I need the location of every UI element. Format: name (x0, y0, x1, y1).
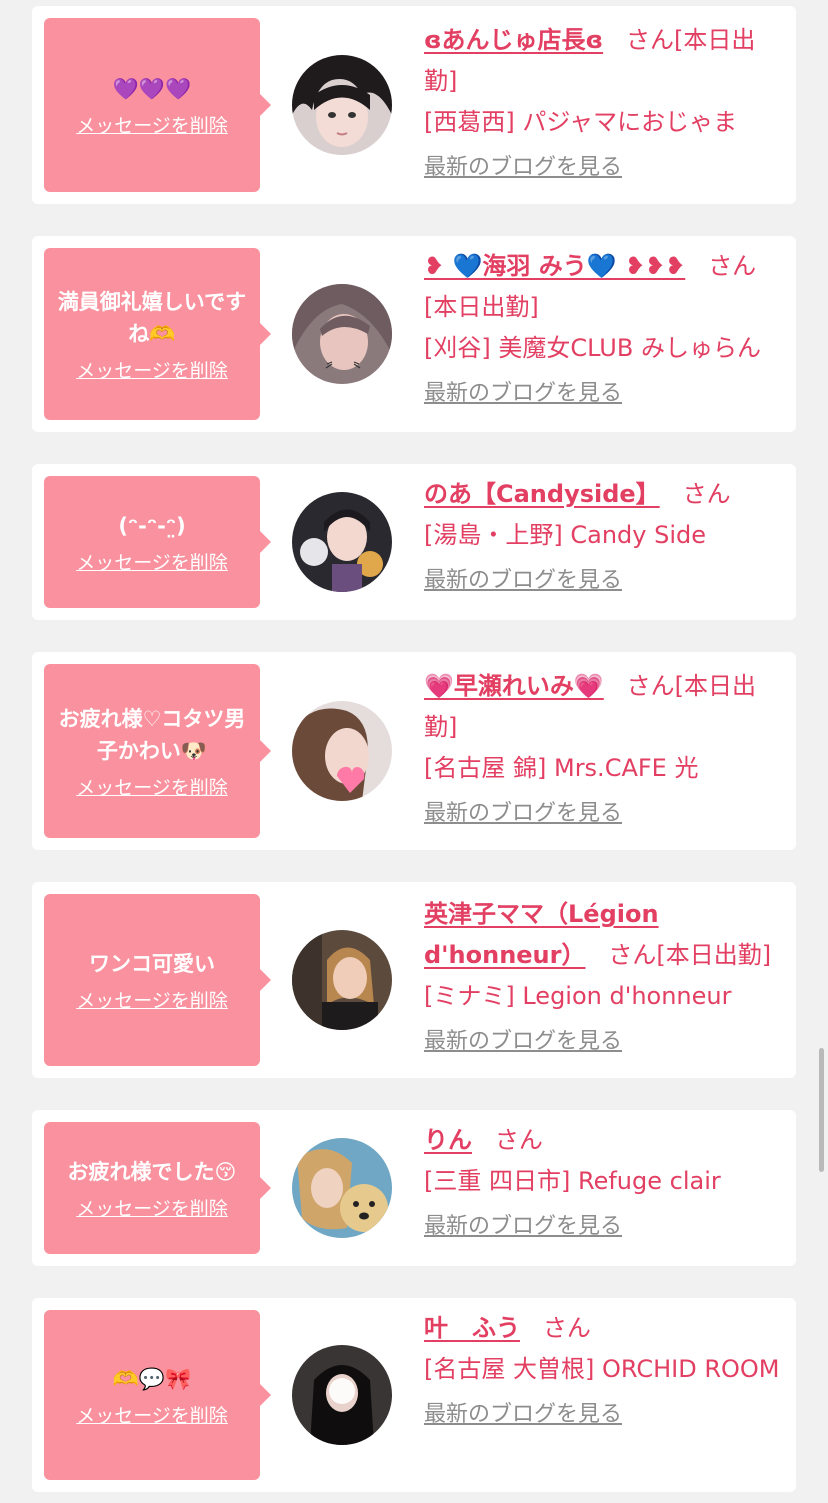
sender-info: ɞあんじゅ店長ɞ さん[本日出勤] [西葛西] パジャマにおじゃま 最新のブログ… (424, 20, 788, 188)
message-text: ワンコ可愛い (89, 951, 215, 976)
message-text: (ᵔ-ᵔ-ᵔ̤) (118, 513, 186, 538)
honorific: さん (708, 252, 757, 280)
message-card: 🫶💬🎀 メッセージを削除 叶 ふう さん [名古屋 大曽根] ORCHID RO… (32, 1298, 796, 1492)
latest-blog-link[interactable]: 最新のブログを見る (424, 1394, 622, 1435)
message-card: ワンコ可愛い メッセージを削除 英津子ママ（Légion d'honneur） … (32, 882, 796, 1078)
sender-info: 叶 ふう さん [名古屋 大曽根] ORCHID ROOM 最新のブログを見る (424, 1308, 788, 1435)
delete-message-link[interactable]: メッセージを削除 (76, 1401, 228, 1428)
honorific: さん (494, 1126, 543, 1154)
sender-name-link[interactable]: のあ【Candyside】 (424, 480, 660, 508)
shop-name: [名古屋 大曽根] ORCHID ROOM (424, 1355, 780, 1383)
avatar[interactable] (292, 1138, 392, 1238)
sender-name-link[interactable]: ɞあんじゅ店長ɞ (424, 26, 603, 54)
message-bubble: お疲れ様でした😚 メッセージを削除 (44, 1122, 271, 1254)
sender-name-link[interactable]: 叶 ふう (424, 1314, 520, 1342)
message-card: 満員御礼嬉しいですね🫶 メッセージを削除 ❥ 💙海羽 みう💙 ❥❥❥ さん [本… (32, 236, 796, 432)
message-text: 満員御礼嬉しいですね🫶 (57, 289, 247, 346)
latest-blog-link[interactable]: 最新のブログを見る (424, 147, 622, 188)
message-card: (ᵔ-ᵔ-ᵔ̤) メッセージを削除 のあ【Candyside】 さん [湯島・上… (32, 464, 796, 620)
message-text: 💜💜💜 (112, 76, 192, 101)
delete-message-link[interactable]: メッセージを削除 (76, 356, 228, 383)
message-bubble: (ᵔ-ᵔ-ᵔ̤) メッセージを削除 (44, 476, 271, 608)
avatar[interactable] (292, 492, 392, 592)
message-bubble: 💜💜💜 メッセージを削除 (44, 18, 271, 192)
latest-blog-link[interactable]: 最新のブログを見る (424, 1206, 622, 1247)
message-bubble: 🫶💬🎀 メッセージを削除 (44, 1310, 271, 1480)
honorific: さん (542, 1314, 591, 1342)
message-text: 🫶💬🎀 (112, 1366, 192, 1391)
message-bubble: お疲れ様♡コタツ男子かわい🐶 メッセージを削除 (44, 664, 271, 838)
scrollbar[interactable] (819, 1048, 824, 1172)
honorific: さん (626, 672, 675, 700)
honorific: さん (682, 480, 731, 508)
message-card: 💜💜💜 メッセージを削除 ɞあんじゅ店長ɞ さん[本日出勤] [西葛西] パジャ… (32, 6, 796, 204)
honorific: さん (608, 941, 657, 969)
message-text: お疲れ様でした😚 (67, 1159, 237, 1184)
work-status: [本日出勤] (656, 941, 772, 969)
message-card: お疲れ様でした😚 メッセージを削除 りん さん [三重 四日市] Refuge … (32, 1110, 796, 1266)
latest-blog-link[interactable]: 最新のブログを見る (424, 793, 622, 834)
shop-name: [西葛西] パジャマにおじゃま (424, 108, 738, 136)
sender-info: りん さん [三重 四日市] Refuge clair 最新のブログを見る (424, 1120, 788, 1247)
latest-blog-link[interactable]: 最新のブログを見る (424, 373, 622, 414)
shop-name: [刈谷] 美魔女CLUB みしゅらん (424, 334, 761, 362)
message-bubble: ワンコ可愛い メッセージを削除 (44, 894, 271, 1066)
latest-blog-link[interactable]: 最新のブログを見る (424, 1021, 622, 1062)
delete-message-link[interactable]: メッセージを削除 (76, 111, 228, 138)
delete-message-link[interactable]: メッセージを削除 (76, 986, 228, 1013)
delete-message-link[interactable]: メッセージを削除 (76, 773, 228, 800)
avatar[interactable] (292, 701, 392, 801)
message-text: お疲れ様♡コタツ男子かわい🐶 (58, 706, 246, 763)
sender-name-link[interactable]: ❥ 💙海羽 みう💙 ❥❥❥ (424, 252, 685, 280)
delete-message-link[interactable]: メッセージを削除 (76, 548, 228, 575)
avatar[interactable] (292, 284, 392, 384)
shop-name: [三重 四日市] Refuge clair (424, 1167, 721, 1195)
sender-info: 💗早瀬れいみ💗 さん[本日出勤] [名古屋 錦] Mrs.CAFE 光 最新のブ… (424, 666, 788, 834)
work-status: [本日出勤] (424, 293, 539, 321)
sender-name-link[interactable]: 💗早瀬れいみ💗 (424, 672, 604, 700)
message-card: お疲れ様♡コタツ男子かわい🐶 メッセージを削除 💗早瀬れいみ💗 さん[本日出勤]… (32, 652, 796, 850)
delete-message-link[interactable]: メッセージを削除 (76, 1194, 228, 1221)
shop-name: [ミナミ] Legion d'honneur (424, 982, 732, 1010)
sender-info: のあ【Candyside】 さん [湯島・上野] Candy Side 最新のブ… (424, 474, 788, 601)
sender-info: 英津子ママ（Légion d'honneur） さん[本日出勤] [ミナミ] L… (424, 894, 788, 1062)
sender-info: ❥ 💙海羽 みう💙 ❥❥❥ さん [本日出勤] [刈谷] 美魔女CLUB みしゅ… (424, 246, 788, 414)
latest-blog-link[interactable]: 最新のブログを見る (424, 560, 622, 601)
avatar[interactable] (292, 930, 392, 1030)
honorific: さん (626, 26, 675, 54)
message-bubble: 満員御礼嬉しいですね🫶 メッセージを削除 (44, 248, 271, 420)
sender-name-link[interactable]: りん (424, 1126, 472, 1154)
avatar[interactable] (292, 1345, 392, 1445)
shop-name: [名古屋 錦] Mrs.CAFE 光 (424, 754, 699, 782)
shop-name: [湯島・上野] Candy Side (424, 521, 706, 549)
avatar[interactable] (292, 55, 392, 155)
